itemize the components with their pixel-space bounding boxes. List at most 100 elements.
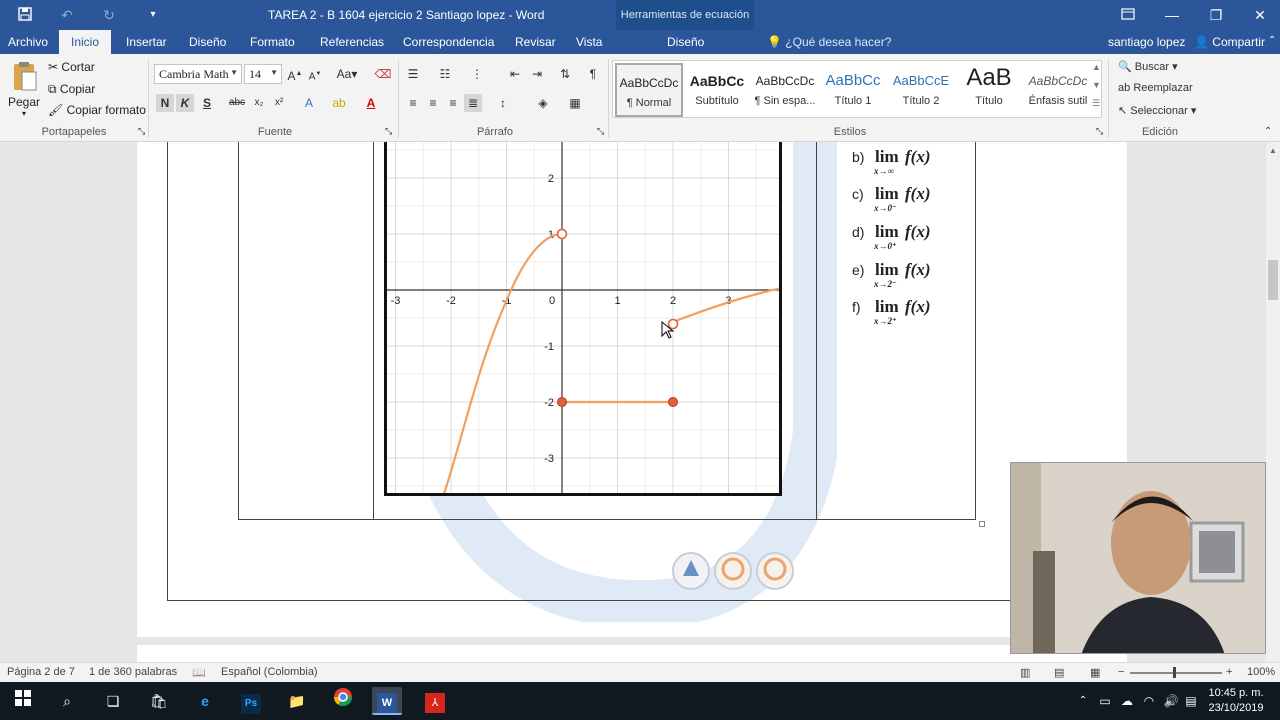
tab-referencias[interactable]: Referencias bbox=[320, 35, 384, 49]
shading-icon[interactable]: ◈ bbox=[534, 94, 552, 112]
ribbon-display-icon[interactable] bbox=[1106, 0, 1150, 30]
user-name[interactable]: santiago lopez bbox=[1108, 35, 1185, 49]
dialog-launcher-icon[interactable]: ⤡ bbox=[597, 126, 604, 137]
page-count[interactable]: Página 2 de 7 bbox=[7, 666, 75, 678]
align-left-icon[interactable]: ≡ bbox=[404, 94, 422, 112]
style-titulo[interactable]: AaB Título bbox=[955, 63, 1023, 117]
bold-button[interactable]: N bbox=[156, 94, 174, 112]
select-button[interactable]: ↖ Seleccionar ▾ bbox=[1118, 104, 1196, 117]
collapse-ribbon-icon[interactable]: ⌃ bbox=[1268, 35, 1276, 46]
limit-item-d[interactable]: d) lim x→0⁺ f(x) bbox=[849, 219, 979, 255]
numbering-icon[interactable]: ☷ bbox=[436, 65, 454, 83]
align-right-icon[interactable]: ≡ bbox=[444, 94, 462, 112]
redo-icon[interactable]: ↻ bbox=[100, 6, 118, 24]
tab-vista[interactable]: Vista bbox=[576, 35, 602, 49]
pilcrow-icon[interactable]: ¶ bbox=[584, 65, 602, 83]
restore-icon[interactable]: ❐ bbox=[1194, 0, 1238, 30]
edge-icon[interactable]: e bbox=[190, 687, 220, 715]
print-layout-icon[interactable]: ▤ bbox=[1054, 666, 1064, 679]
tab-archivo[interactable]: Archivo bbox=[8, 35, 48, 49]
zoom-out-icon[interactable]: − bbox=[1118, 666, 1124, 678]
close-icon[interactable]: ✕ bbox=[1238, 0, 1280, 30]
gallery-more-icon[interactable]: ☰ bbox=[1092, 98, 1100, 109]
increase-indent-icon[interactable]: ⇥ bbox=[528, 65, 546, 83]
table-resize-handle[interactable] bbox=[979, 521, 985, 527]
borders-icon[interactable]: ▦ bbox=[566, 94, 584, 112]
zoom-slider-thumb[interactable] bbox=[1173, 667, 1176, 678]
align-center-icon[interactable]: ≡ bbox=[424, 94, 442, 112]
minimize-icon[interactable]: — bbox=[1150, 0, 1194, 30]
highlight-icon[interactable]: ab bbox=[330, 94, 348, 112]
vertical-scrollbar[interactable]: ▲ bbox=[1266, 142, 1280, 662]
sort-icon[interactable]: ⇅ bbox=[556, 65, 574, 83]
style-sin-espaciado[interactable]: AaBbCcDc ¶ Sin espa... bbox=[751, 63, 819, 117]
tab-inicio[interactable]: Inicio bbox=[59, 30, 112, 54]
word-count[interactable]: 1 de 360 palabras bbox=[89, 666, 177, 678]
zoom-level[interactable]: 100% bbox=[1247, 666, 1275, 678]
style-titulo-1[interactable]: AaBbCc Título 1 bbox=[819, 63, 887, 117]
scroll-thumb[interactable] bbox=[1268, 260, 1278, 300]
web-layout-icon[interactable]: ▦ bbox=[1090, 666, 1100, 679]
photoshop-icon[interactable]: Ps bbox=[236, 687, 266, 715]
tab-diseno[interactable]: Diseño bbox=[189, 35, 226, 49]
limit-item-e[interactable]: e) lim x→2⁻ f(x) bbox=[849, 257, 979, 293]
style-titulo-2[interactable]: AaBbCcE Título 2 bbox=[887, 63, 955, 117]
zoom-in-icon[interactable]: + bbox=[1226, 666, 1232, 678]
find-button[interactable]: 🔍 Buscar ▾ bbox=[1118, 60, 1178, 73]
undo-icon[interactable]: ↶ bbox=[58, 6, 76, 24]
tab-correspondencia[interactable]: Correspondencia bbox=[403, 35, 494, 49]
read-mode-icon[interactable]: ▥ bbox=[1020, 666, 1030, 679]
cut-button[interactable]: ✂ Cortar bbox=[48, 60, 95, 74]
store-icon[interactable]: 🛍 bbox=[144, 687, 174, 715]
italic-button[interactable]: K bbox=[176, 94, 194, 112]
notifications-icon[interactable]: ▤ bbox=[1176, 687, 1206, 715]
save-icon[interactable] bbox=[16, 6, 34, 24]
limit-item-b[interactable]: b) lim x→∞ f(x) bbox=[849, 144, 979, 180]
gallery-up-icon[interactable]: ▲ bbox=[1092, 62, 1101, 72]
tab-equation-design[interactable]: Diseño bbox=[667, 35, 704, 49]
decrease-indent-icon[interactable]: ⇤ bbox=[506, 65, 524, 83]
scroll-up-icon[interactable]: ▲ bbox=[1269, 146, 1277, 155]
chrome-icon[interactable] bbox=[328, 687, 358, 715]
dialog-launcher-icon[interactable]: ⤡ bbox=[1096, 126, 1103, 137]
limit-item-c[interactable]: c) lim x→0⁻ f(x) bbox=[849, 181, 979, 217]
acrobat-icon[interactable]: ⅄ bbox=[420, 687, 450, 715]
tab-insertar[interactable]: Insertar bbox=[126, 35, 167, 49]
font-color-icon[interactable]: A bbox=[362, 94, 380, 112]
underline-button[interactable]: S bbox=[198, 94, 216, 112]
style-enfasis-sutil[interactable]: AaBbCcDc Énfasis sutil bbox=[1023, 63, 1093, 117]
font-size-select[interactable]: 14 ▼ bbox=[244, 64, 282, 84]
search-icon[interactable]: ⌕ bbox=[52, 687, 82, 715]
proofing-icon[interactable]: 📖 bbox=[192, 666, 206, 679]
word-taskbar-icon[interactable]: W bbox=[372, 687, 402, 715]
paste-button[interactable]: Pegar ▾ bbox=[6, 60, 42, 120]
copy-button[interactable]: ⧉ Copiar bbox=[48, 82, 95, 97]
dialog-launcher-icon[interactable]: ⤡ bbox=[138, 126, 145, 137]
file-explorer-icon[interactable]: 📁 bbox=[282, 687, 312, 715]
next-page[interactable] bbox=[137, 645, 1127, 662]
shrink-font-icon[interactable]: A▼ bbox=[306, 65, 324, 83]
style-normal[interactable]: AaBbCcDc ¶ Normal bbox=[615, 63, 683, 117]
document-page[interactable]: -3 -2 -1 0 1 2 3 2 1 -1 -2 -3 b) lim x→∞ f(x) c) bbox=[137, 142, 1127, 637]
collapse-ribbon-icon[interactable]: ⌃ bbox=[1264, 126, 1272, 137]
style-subtitulo[interactable]: AaBbCc Subtítulo bbox=[683, 63, 751, 117]
superscript-icon[interactable]: x² bbox=[270, 94, 288, 112]
language[interactable]: Español (Colombia) bbox=[221, 666, 318, 678]
text-effects-icon[interactable]: A bbox=[300, 94, 318, 112]
windows-start-icon[interactable] bbox=[8, 687, 38, 715]
dialog-launcher-icon[interactable]: ⤡ bbox=[385, 126, 392, 137]
replace-button[interactable]: ab Reemplazar bbox=[1118, 82, 1193, 94]
limit-item-f[interactable]: f) lim x→2⁺ f(x) bbox=[849, 294, 979, 330]
share-button[interactable]: 👤 Compartir bbox=[1194, 35, 1265, 49]
multilevel-list-icon[interactable]: ⋮ bbox=[468, 65, 486, 83]
strikethrough-button[interactable]: abc bbox=[226, 94, 248, 112]
gallery-down-icon[interactable]: ▼ bbox=[1092, 80, 1101, 90]
clear-format-icon[interactable]: ⌫ bbox=[374, 65, 392, 83]
change-case-icon[interactable]: Aa▾ bbox=[334, 65, 360, 83]
bullets-icon[interactable]: ☰ bbox=[404, 65, 422, 83]
tab-revisar[interactable]: Revisar bbox=[515, 35, 556, 49]
line-spacing-icon[interactable]: ↕ bbox=[494, 94, 512, 112]
customize-qat-icon[interactable]: ▾ bbox=[144, 6, 162, 24]
format-painter-button[interactable]: 🖌 Copiar formato bbox=[48, 103, 146, 117]
task-view-icon[interactable]: ❏ bbox=[98, 687, 128, 715]
